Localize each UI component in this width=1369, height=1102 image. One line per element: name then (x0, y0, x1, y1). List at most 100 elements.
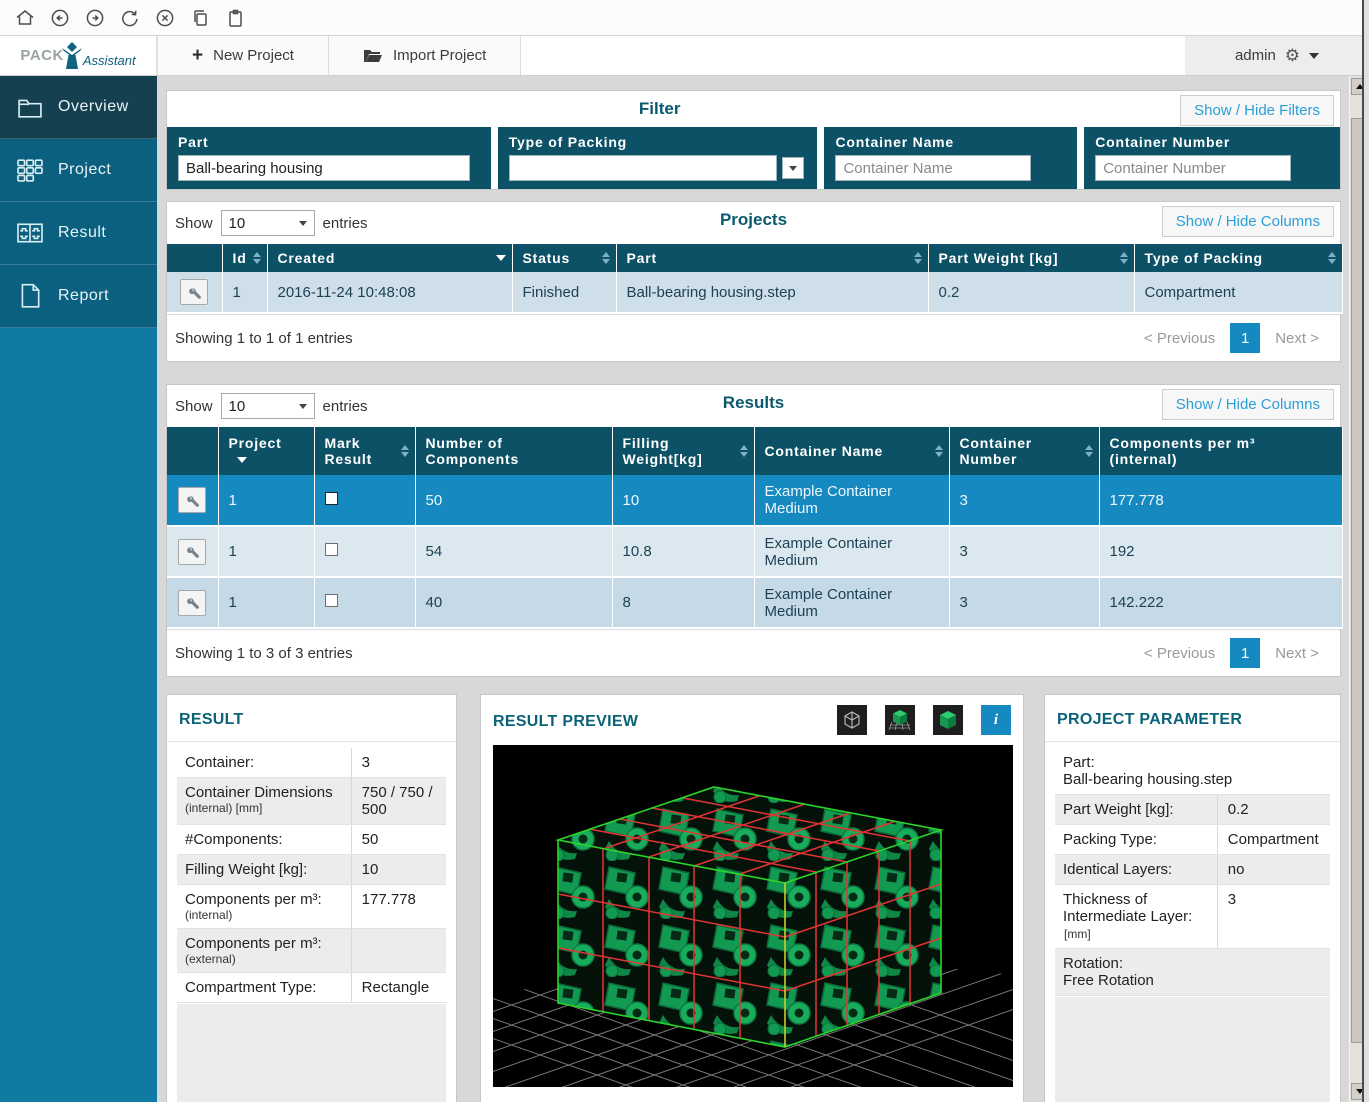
detail-row: RESULT Container: 3 Container Dimensions… (166, 694, 1349, 1102)
result-row[interactable]: 1 54 10.8 Example Container Medium 3 192 (167, 526, 1342, 577)
result-components-cell[interactable]: 54 (415, 526, 612, 577)
mark-result-checkbox[interactable] (325, 594, 338, 607)
projects-page-size-select[interactable]: 10 (221, 210, 315, 236)
container-number-input[interactable] (1095, 155, 1291, 181)
project-packing-cell[interactable]: Compartment (1134, 272, 1342, 313)
projects-show-hide-columns-button[interactable]: Show / Hide Columns (1162, 206, 1334, 237)
mark-result-checkbox[interactable] (325, 543, 338, 556)
result-row-selected[interactable]: 1 50 10 Example Container Medium 3 177.7… (167, 475, 1342, 526)
next-page-button[interactable]: Next > (1264, 639, 1330, 668)
stop-icon[interactable] (152, 5, 178, 31)
projects-table: Id Created Status Part Part Weight [kg] … (167, 244, 1343, 314)
panel-filler (1055, 996, 1330, 1102)
view-cube-on-grid-icon[interactable] (885, 705, 915, 735)
results-header-num-components[interactable]: Number of Components (415, 427, 612, 475)
previous-page-button[interactable]: < Previous (1133, 324, 1226, 353)
project-id-cell[interactable]: 1 (222, 272, 267, 313)
parameter-row: Packing Type: Compartment (1055, 825, 1330, 855)
result-project-cell[interactable]: 1 (218, 526, 314, 577)
result-per-m3-cell[interactable]: 192 (1099, 526, 1342, 577)
projects-header-status[interactable]: Status (512, 244, 616, 272)
sidebar-item-result[interactable]: Result (0, 202, 157, 265)
result-container-number-cell[interactable]: 3 (949, 526, 1099, 577)
projects-header-id[interactable]: Id (222, 244, 267, 272)
result-filling-cell[interactable]: 10 (612, 475, 754, 526)
copy-icon[interactable] (187, 5, 213, 31)
refresh-icon[interactable] (117, 5, 143, 31)
view-solid-cube-icon[interactable] (933, 705, 963, 735)
results-header-mark-result[interactable]: Mark Result (314, 427, 415, 475)
container-name-input[interactable] (835, 155, 1031, 181)
results-page-size-select[interactable]: 10 (221, 393, 315, 419)
project-part-weight-cell[interactable]: 0.2 (928, 272, 1134, 313)
mark-result-checkbox[interactable] (325, 492, 338, 505)
sort-icon (1328, 252, 1336, 264)
new-project-button[interactable]: + New Project (157, 36, 329, 75)
sort-icon (401, 445, 409, 457)
view-wireframe-cube-icon[interactable] (837, 705, 867, 735)
result-container-name-cell[interactable]: Example Container Medium (754, 475, 949, 526)
project-parameter-panel: PROJECT PARAMETER Part: Ball-bearing hou… (1044, 694, 1341, 1102)
projects-header-created[interactable]: Created (267, 244, 512, 272)
previous-page-button[interactable]: < Previous (1133, 639, 1226, 668)
filter-container-name: Container Name (824, 127, 1077, 189)
results-header-components-per-m3[interactable]: Components per m³(internal) (1099, 427, 1342, 475)
result-per-m3-cell[interactable]: 177.778 (1099, 475, 1342, 526)
projects-header-type-of-packing[interactable]: Type of Packing (1134, 244, 1342, 272)
paste-icon[interactable] (222, 5, 248, 31)
wrench-button[interactable] (178, 590, 206, 616)
gear-icon[interactable]: ⚙ (1285, 46, 1300, 66)
user-menu[interactable]: admin ⚙ (1185, 36, 1369, 75)
result-project-cell[interactable]: 1 (218, 577, 314, 628)
info-button[interactable]: i (981, 705, 1011, 735)
sidebar-item-report[interactable]: Report (0, 265, 157, 328)
result-container-number-cell[interactable]: 3 (949, 577, 1099, 628)
sidebar-item-overview[interactable]: Overview (0, 76, 157, 139)
import-project-button[interactable]: Import Project (329, 36, 521, 75)
preview-3d-viewport[interactable] (493, 745, 1013, 1087)
result-components-cell[interactable]: 50 (415, 475, 612, 526)
wrench-button[interactable] (180, 279, 208, 305)
home-icon[interactable] (12, 5, 38, 31)
project-part-cell[interactable]: Ball-bearing housing.step (616, 272, 928, 313)
window-edge (1362, 0, 1369, 1102)
results-header-container-number[interactable]: Container Number (949, 427, 1099, 475)
result-per-m3-cell[interactable]: 142.222 (1099, 577, 1342, 628)
result-container-name-cell[interactable]: Example Container Medium (754, 577, 949, 628)
show-hide-filters-button[interactable]: Show / Hide Filters (1180, 95, 1334, 126)
wrench-button[interactable] (178, 487, 206, 513)
forward-icon[interactable] (82, 5, 108, 31)
wrench-button[interactable] (178, 539, 206, 565)
projects-header-part[interactable]: Part (616, 244, 928, 272)
sidebar-item-project[interactable]: Project (0, 139, 157, 202)
parameter-row: Identical Layers: no (1055, 855, 1330, 885)
chevron-down-icon[interactable] (1309, 53, 1319, 59)
project-row[interactable]: 1 2016-11-24 10:48:08 Finished Ball-bear… (167, 272, 1342, 313)
parameter-row: Thickness of Intermediate Layer:[mm] 3 (1055, 885, 1330, 949)
result-row[interactable]: 1 40 8 Example Container Medium 3 142.22… (167, 577, 1342, 628)
sort-icon (1120, 252, 1128, 264)
result-filling-cell[interactable]: 10.8 (612, 526, 754, 577)
app-logo[interactable]: PACK Assistant (0, 36, 157, 75)
results-header-container-name[interactable]: Container Name (754, 427, 949, 475)
result-container-number-cell[interactable]: 3 (949, 475, 1099, 526)
project-created-cell[interactable]: 2016-11-24 10:48:08 (267, 272, 512, 313)
page-1-button[interactable]: 1 (1230, 323, 1260, 353)
back-icon[interactable] (47, 5, 73, 31)
page-1-button[interactable]: 1 (1230, 638, 1260, 668)
result-components-cell[interactable]: 40 (415, 577, 612, 628)
results-header-project[interactable]: Project (218, 427, 314, 475)
result-project-cell[interactable]: 1 (218, 475, 314, 526)
results-show-hide-columns-button[interactable]: Show / Hide Columns (1162, 389, 1334, 420)
result-filling-cell[interactable]: 8 (612, 577, 754, 628)
results-header-filling-weight[interactable]: Filling Weight[kg] (612, 427, 754, 475)
project-status-cell[interactable]: Finished (512, 272, 616, 313)
project-parameter-title: PROJECT PARAMETER (1045, 695, 1340, 742)
type-of-packing-select[interactable] (509, 155, 777, 181)
result-container-name-cell[interactable]: Example Container Medium (754, 526, 949, 577)
projects-header-part-weight[interactable]: Part Weight [kg] (928, 244, 1134, 272)
parameter-row-rotation: Rotation: Free Rotation (1055, 949, 1330, 996)
type-of-packing-dropdown-button[interactable] (782, 157, 804, 179)
next-page-button[interactable]: Next > (1264, 324, 1330, 353)
part-filter-input[interactable] (178, 155, 470, 181)
